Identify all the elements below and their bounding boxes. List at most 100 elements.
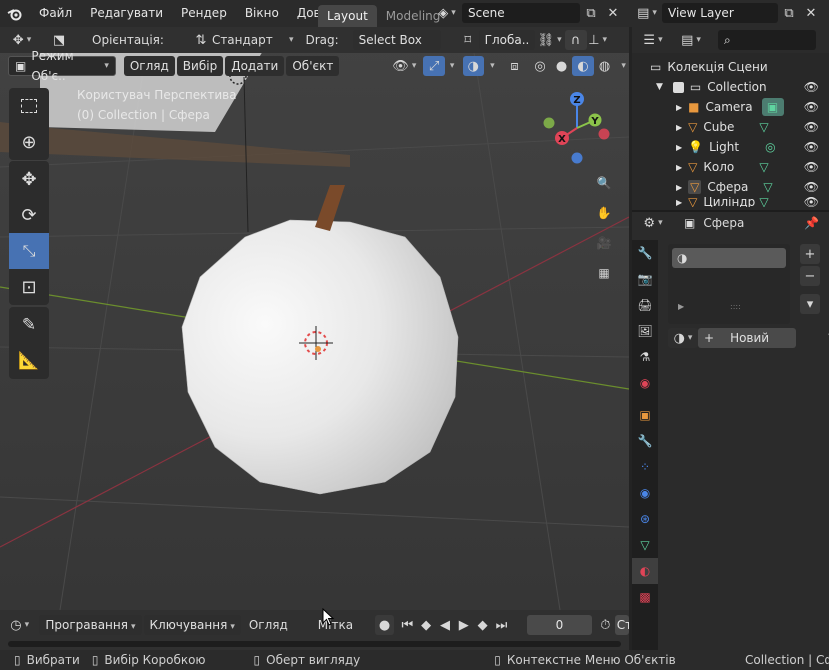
tree-row-camera[interactable]: ▶ ■ Camera ▣ 👁: [632, 97, 829, 117]
annotate-tool[interactable]: ✎: [9, 307, 49, 343]
menu-edit[interactable]: Редагувати: [81, 0, 172, 27]
eye-icon[interactable]: 👁: [804, 140, 819, 154]
rendered-shading-icon[interactable]: ◍: [594, 56, 616, 76]
solid-shading-icon[interactable]: ●: [551, 56, 573, 76]
navigation-gizmo[interactable]: Z Y X: [540, 88, 615, 168]
gizmo-icon[interactable]: ⤢: [423, 56, 445, 76]
measure-tool[interactable]: 📐: [9, 343, 49, 379]
expand-arrow-icon[interactable]: ▶: [676, 183, 682, 192]
transform-tool[interactable]: ⊡: [9, 269, 49, 305]
link-data-icon[interactable]: ▽▾: [822, 328, 829, 348]
menu-view[interactable]: Огляд: [123, 56, 175, 76]
browse-material-icon[interactable]: ◑ ▾: [668, 328, 698, 348]
mode-dropdown[interactable]: ▣ Режим Об'є.. ▾: [8, 49, 116, 83]
jump-start-icon[interactable]: ⏮: [398, 615, 417, 635]
prev-keyframe-icon[interactable]: ◆: [417, 615, 436, 635]
physics-tab-icon[interactable]: ◉: [632, 480, 658, 506]
orientation-dropdown[interactable]: Стандарт: [212, 33, 286, 47]
editor-type-icon[interactable]: ⚙ ▾: [636, 213, 670, 233]
remove-view-layer-icon[interactable]: ✕: [800, 3, 822, 23]
modifier-tab-icon[interactable]: 🔧: [632, 428, 658, 454]
display-mode-icon[interactable]: ▤ ▾: [674, 30, 708, 50]
view-layer-tab-icon[interactable]: 🖼: [632, 318, 658, 344]
object-tab-icon[interactable]: ▣: [632, 402, 658, 428]
scale-tool[interactable]: ⤡: [9, 233, 49, 269]
shading-dropdown-icon[interactable]: ▾: [615, 56, 629, 76]
transform-orientation-icon[interactable]: ⌑: [457, 30, 479, 50]
expand-arrow-icon[interactable]: ▶: [676, 198, 682, 207]
scene-icon[interactable]: ◈ ▾: [432, 3, 462, 23]
expand-arrow-icon[interactable]: ▼: [656, 82, 663, 92]
playback-menu[interactable]: Програвання ▾: [39, 615, 142, 635]
expand-arrow-icon[interactable]: ▶: [676, 163, 682, 172]
tree-row-cube[interactable]: ▶ ▽ Cube ▽ 👁: [632, 117, 829, 137]
expand-arrow-icon[interactable]: ▶: [676, 123, 682, 132]
record-icon[interactable]: ●: [375, 615, 394, 635]
next-keyframe-icon[interactable]: ◆: [473, 615, 492, 635]
view-layer-field[interactable]: View Layer: [662, 3, 778, 23]
menu-select[interactable]: Вибір: [176, 56, 224, 76]
menu-object[interactable]: Об'єкт: [286, 56, 340, 76]
data-tab-icon[interactable]: ▽: [632, 532, 658, 558]
material-shading-icon[interactable]: ◐: [572, 56, 594, 76]
eye-icon[interactable]: 👁: [804, 197, 819, 207]
particles-tab-icon[interactable]: ⁘: [632, 454, 658, 480]
menu-add[interactable]: Додати: [225, 56, 285, 76]
eye-icon[interactable]: 👁: [804, 100, 819, 114]
material-slot-selected[interactable]: ◑: [672, 248, 786, 268]
rotate-tool[interactable]: ⟳: [9, 197, 49, 233]
material-slot-list[interactable]: ◑ ▶ ::::: [668, 244, 790, 324]
camera-data-icon[interactable]: ▣: [761, 98, 784, 116]
tree-row-circle[interactable]: ▶ ▽ Коло ▽ 👁: [632, 157, 829, 177]
mesh-data-icon[interactable]: ▽: [759, 197, 768, 207]
pan-hand-icon[interactable]: ✋: [592, 201, 616, 225]
menu-render[interactable]: Рендер: [172, 0, 236, 27]
scene-name-field[interactable]: Scene: [462, 3, 580, 23]
view-layer-icon[interactable]: ▤ ▾: [632, 3, 662, 23]
perspective-grid-icon[interactable]: ▦: [592, 261, 616, 285]
overlays-icon[interactable]: ◑: [462, 56, 485, 76]
jump-end-icon[interactable]: ⏭: [492, 615, 511, 635]
view-menu[interactable]: Огляд: [249, 618, 288, 632]
light-data-icon[interactable]: ◎: [765, 140, 775, 154]
new-view-layer-icon[interactable]: ⧉: [778, 3, 800, 23]
material-tab-icon[interactable]: ◐: [632, 558, 658, 584]
timeline-scrollbar[interactable]: [8, 641, 621, 647]
menu-file[interactable]: Файл: [30, 0, 81, 27]
tree-row-collection[interactable]: ▼ ▭ Collection 👁: [632, 77, 829, 97]
add-slot-icon[interactable]: +: [800, 244, 820, 264]
checkbox-icon[interactable]: [672, 81, 684, 93]
slot-menu-icon[interactable]: ▾: [800, 294, 820, 314]
tree-row-light[interactable]: ▶ 💡 Light ◎ 👁: [632, 137, 829, 157]
eye-icon[interactable]: 👁: [804, 80, 819, 94]
gizmo-dropdown-icon[interactable]: ▾: [445, 56, 457, 76]
output-tab-icon[interactable]: 🖨: [632, 292, 658, 318]
tree-row-cylinder[interactable]: ▶ ▽ Циліндр ▽ 👁: [632, 197, 829, 207]
editor-type-icon[interactable]: ◷ ▾: [6, 615, 33, 635]
menu-window[interactable]: Вікно: [236, 0, 288, 27]
transform-orientation-dropdown[interactable]: Глоба..: [478, 30, 535, 50]
pin-icon[interactable]: 📌: [804, 216, 819, 230]
expand-arrow-icon[interactable]: ▶: [676, 143, 682, 152]
xray-icon[interactable]: ⧈: [504, 56, 526, 76]
proportional-edit-icon[interactable]: ∩: [564, 30, 587, 50]
constraints-tab-icon[interactable]: ⊛: [632, 506, 658, 532]
snap-target-icon[interactable]: ⊥ ▾: [587, 30, 609, 50]
start-frame-field[interactable]: Ст: [614, 615, 630, 635]
expand-arrow-icon[interactable]: ▶: [678, 302, 684, 311]
world-tab-icon[interactable]: ◉: [632, 370, 658, 396]
scene-tab-icon[interactable]: ⚗: [632, 344, 658, 370]
sphere-object[interactable]: [181, 219, 459, 495]
tree-row-scene-collection[interactable]: ▭ Колекція Сцени: [632, 57, 829, 77]
tool-tab-icon[interactable]: 🔧: [632, 240, 658, 266]
outliner-search-input[interactable]: ⌕: [718, 30, 816, 50]
move-tool[interactable]: ✥: [9, 161, 49, 197]
expand-arrow-icon[interactable]: ▶: [676, 103, 682, 112]
select-box-tool[interactable]: [9, 88, 49, 124]
eye-icon[interactable]: 👁: [804, 120, 819, 134]
render-tab-icon[interactable]: 📷: [632, 266, 658, 292]
resize-handle-icon[interactable]: ::::: [730, 302, 741, 311]
cursor-tool[interactable]: ⊕: [9, 124, 49, 160]
play-icon[interactable]: ▶: [454, 615, 473, 635]
new-scene-icon[interactable]: ⧉: [580, 3, 602, 23]
